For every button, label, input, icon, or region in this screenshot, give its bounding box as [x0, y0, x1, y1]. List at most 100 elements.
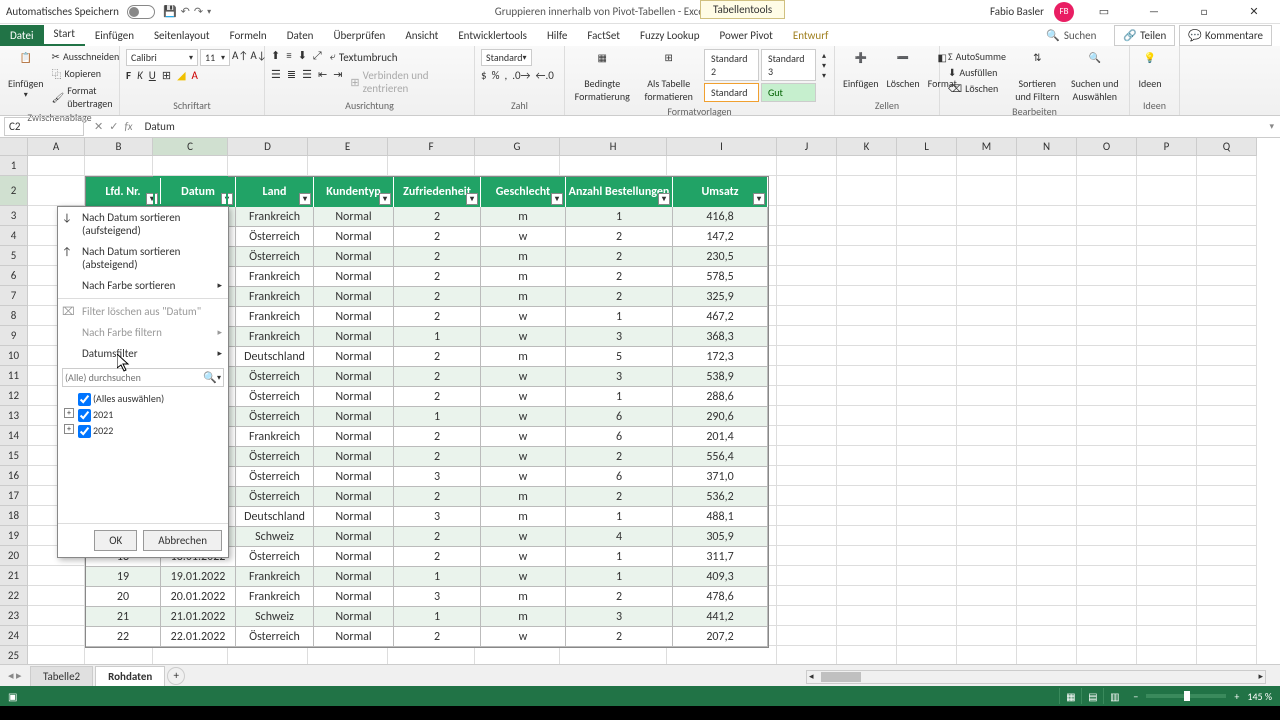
merge-button[interactable]: ⊞ Verbinden und zentrieren [348, 68, 468, 96]
comments-button[interactable]: 💬 Kommentare [1179, 25, 1272, 46]
table-cell[interactable]: 325,9 [673, 287, 768, 307]
table-cell[interactable]: 368,3 [673, 327, 768, 347]
insert-cells-button[interactable]: ➕Einfügen [841, 49, 881, 92]
filter-button[interactable]: ▾ [146, 193, 158, 205]
add-sheet-button[interactable]: + [167, 667, 185, 685]
row-header[interactable]: 10 [0, 346, 28, 366]
table-cell[interactable]: Deutschland [236, 347, 314, 367]
table-cell[interactable]: 467,2 [673, 307, 768, 327]
table-cell[interactable]: w [481, 327, 566, 347]
table-cell[interactable]: Frankreich [236, 587, 314, 607]
table-cell[interactable]: Schweiz [236, 527, 314, 547]
table-cell[interactable]: Frankreich [236, 307, 314, 327]
row-header[interactable]: 2 [0, 176, 28, 206]
table-cell[interactable]: m [481, 287, 566, 307]
sheet-nav-icons[interactable]: ◂ ▸ [8, 669, 22, 682]
share-button[interactable]: 🔗 Teilen [1114, 25, 1175, 46]
align-top-icon[interactable]: ⬆ [271, 49, 280, 65]
cancel-formula-icon[interactable]: ✕ [94, 120, 103, 133]
row-header[interactable]: 21 [0, 566, 28, 586]
table-cell[interactable]: Normal [314, 587, 394, 607]
table-cell[interactable]: w [481, 547, 566, 567]
find-select-button[interactable]: 🔍Suchen und Auswählen [1067, 49, 1123, 105]
row-header[interactable]: 17 [0, 486, 28, 506]
filter-button[interactable]: ▾ [221, 193, 233, 205]
table-cell[interactable]: 1 [394, 607, 481, 627]
col-header-I[interactable]: I [667, 138, 777, 156]
row-header[interactable]: 22 [0, 586, 28, 606]
normal-view-icon[interactable]: ▦ [1059, 688, 1081, 704]
table-cell[interactable]: Normal [314, 507, 394, 527]
align-bottom-icon[interactable]: ⬇ [298, 49, 307, 65]
page-layout-view-icon[interactable]: ▤ [1081, 688, 1103, 704]
underline-icon[interactable]: U [149, 69, 156, 82]
expand-formula-icon[interactable]: ▾ [1263, 121, 1280, 132]
table-header[interactable]: Lfd. Nr.▾ [86, 177, 161, 207]
table-cell[interactable]: Normal [314, 207, 394, 227]
table-cell[interactable]: Normal [314, 627, 394, 647]
table-cell[interactable]: 416,8 [673, 207, 768, 227]
table-cell[interactable]: m [481, 507, 566, 527]
table-cell[interactable]: m [481, 207, 566, 227]
table-cell[interactable]: 578,5 [673, 267, 768, 287]
zoom-in-icon[interactable]: + [1234, 690, 1239, 703]
table-cell[interactable]: Normal [314, 267, 394, 287]
ribbon-tab-power pivot[interactable]: Power Pivot [709, 25, 782, 46]
table-cell[interactable]: Normal [314, 527, 394, 547]
table-cell[interactable]: 2 [394, 447, 481, 467]
table-cell[interactable]: m [481, 347, 566, 367]
filter-button[interactable]: ▾ [379, 193, 391, 205]
table-cell[interactable]: Normal [314, 307, 394, 327]
row-header[interactable]: 19 [0, 526, 28, 546]
row-header[interactable]: 1 [0, 156, 28, 176]
table-cell[interactable]: m [481, 607, 566, 627]
table-cell[interactable]: 4 [566, 527, 673, 547]
table-cell[interactable]: 22 [86, 627, 161, 647]
table-cell[interactable]: 6 [566, 427, 673, 447]
table-cell[interactable]: 441,2 [673, 607, 768, 627]
table-cell[interactable]: Normal [314, 247, 394, 267]
table-cell[interactable]: Normal [314, 427, 394, 447]
decimal-dec-icon[interactable]: ←.0 [536, 69, 554, 82]
ribbon-options-icon[interactable]: ▭ [1084, 0, 1124, 24]
ribbon-tab-formeln[interactable]: Formeln [220, 25, 277, 46]
align-center-icon[interactable]: ≣ [287, 68, 296, 96]
table-cell[interactable]: w [481, 467, 566, 487]
autosave-toggle[interactable] [127, 5, 155, 19]
row-header[interactable]: 24 [0, 626, 28, 646]
table-header[interactable]: Land▾ [236, 177, 314, 207]
color-filter-item[interactable]: Nach Farbe filtern▸ [58, 322, 228, 343]
table-cell[interactable]: w [481, 447, 566, 467]
table-cell[interactable]: 2 [394, 347, 481, 367]
table-cell[interactable]: 1 [566, 507, 673, 527]
row-header[interactable]: 12 [0, 386, 28, 406]
indent-inc-icon[interactable]: ⇥ [333, 68, 342, 96]
col-header-P[interactable]: P [1137, 138, 1197, 156]
table-cell[interactable]: 2 [394, 367, 481, 387]
grow-font-icon[interactable]: A↑ [232, 49, 248, 66]
expand-icon[interactable]: + [64, 424, 74, 434]
font-color-icon[interactable]: A [192, 69, 198, 82]
table-cell[interactable]: 3 [394, 507, 481, 527]
col-header-F[interactable]: F [388, 138, 475, 156]
table-header[interactable]: Umsatz▾ [673, 177, 768, 207]
ribbon-tab-überprüfen[interactable]: Überprüfen [323, 25, 395, 46]
date-filter-item[interactable]: Datumsfilter▸ [58, 343, 228, 364]
ribbon-tab-ansicht[interactable]: Ansicht [395, 25, 448, 46]
ribbon-tab-start[interactable]: Start [44, 23, 85, 46]
record-macro-icon[interactable]: ▣ [8, 690, 17, 703]
table-cell[interactable]: 3 [394, 587, 481, 607]
zoom-out-icon[interactable]: − [1133, 690, 1138, 703]
ideas-button[interactable]: 💡Ideen [1136, 49, 1164, 92]
year-2022-checkbox[interactable]: +2022 [64, 423, 222, 439]
formula-input[interactable]: Datum [139, 118, 1264, 135]
table-cell[interactable]: Frankreich [236, 287, 314, 307]
font-size-combo[interactable]: 11▾ [200, 49, 230, 66]
italic-icon[interactable]: K [137, 69, 143, 82]
copy-button[interactable]: ⿻ Kopieren [50, 65, 122, 82]
table-cell[interactable]: w [481, 407, 566, 427]
table-cell[interactable]: 2 [566, 247, 673, 267]
table-cell[interactable]: 201,4 [673, 427, 768, 447]
table-header[interactable]: Geschlecht▾ [481, 177, 566, 207]
table-cell[interactable]: 1 [566, 307, 673, 327]
